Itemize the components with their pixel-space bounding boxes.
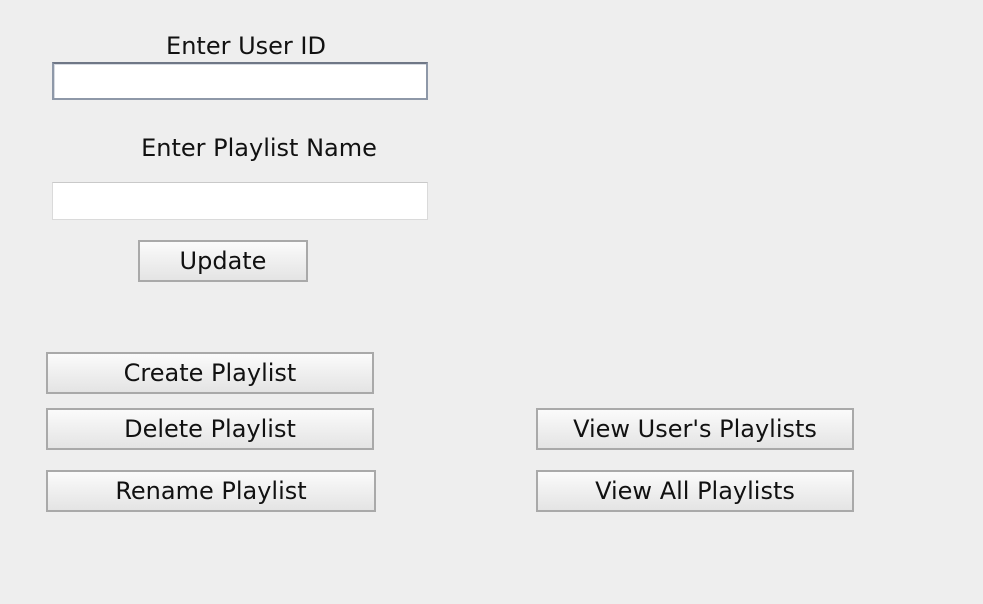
user-id-input[interactable] [52,62,428,100]
create-playlist-button[interactable]: Create Playlist [46,352,374,394]
delete-playlist-button[interactable]: Delete Playlist [46,408,374,450]
view-users-playlists-button[interactable]: View User's Playlists [536,408,854,450]
rename-playlist-button[interactable]: Rename Playlist [46,470,376,512]
playlist-name-input[interactable] [52,182,428,220]
update-button[interactable]: Update [138,240,308,282]
view-all-playlists-button[interactable]: View All Playlists [536,470,854,512]
user-id-label: Enter User ID [166,32,326,60]
playlist-name-label: Enter Playlist Name [141,134,377,162]
